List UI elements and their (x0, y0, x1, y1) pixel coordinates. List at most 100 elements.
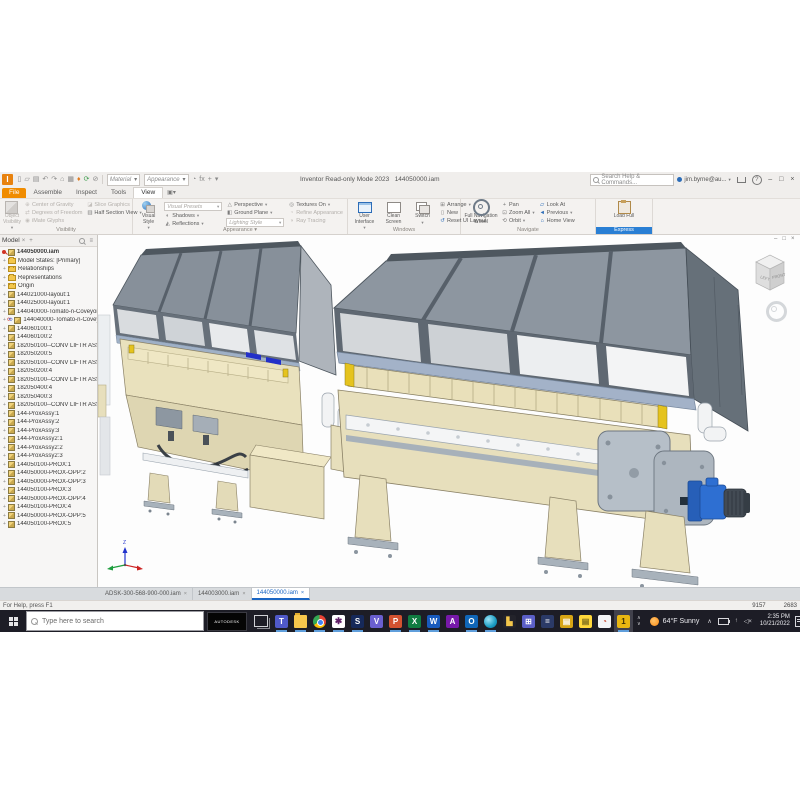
expand-icon[interactable]: + (2, 436, 7, 442)
button-perspective[interactable]: △Perspective▾ (226, 201, 284, 209)
expand-icon[interactable]: + (2, 275, 7, 281)
expand-icon[interactable]: + (2, 351, 7, 357)
tree-item[interactable]: +144050100-PROX:3 (0, 486, 97, 495)
full-navigation-wheel-button[interactable]: Full Navigation Wheel (464, 201, 498, 225)
tree-item[interactable]: +Representations (0, 274, 97, 283)
tree-item[interactable]: +144050000-PROX-OPP:3 (0, 478, 97, 487)
taskbar-app-paint[interactable]: ◔ (595, 610, 614, 632)
undo-icon[interactable]: ↶ (42, 174, 48, 185)
taskbar-app-sticky-notes[interactable]: ▤ (576, 610, 595, 632)
panel-label-appearance[interactable]: Appearance ▾ (133, 227, 347, 234)
taskbar-app-remote-desktop[interactable]: ⊞ (519, 610, 538, 632)
tree-item[interactable]: +Model States: [Primary] (0, 257, 97, 266)
doc-tab[interactable]: 144003000.iam× (193, 588, 252, 600)
expand-icon[interactable]: + (2, 266, 7, 272)
qat-more-icon[interactable]: ▾ (215, 174, 219, 185)
tree-item[interactable]: +182050100--CONV LIFTR ASSY:2 (0, 376, 97, 385)
expand-icon[interactable]: + (2, 504, 7, 510)
taskbar-app-slack[interactable]: ✱ (329, 610, 348, 632)
expand-icon[interactable]: + (2, 368, 7, 374)
adjust-appearance-icon[interactable]: ◔ (192, 174, 196, 185)
tree-item[interactable]: 144050000.iam (0, 248, 97, 257)
expand-icon[interactable]: + (2, 479, 7, 485)
browser-add-tab-icon[interactable]: + (29, 238, 33, 244)
taskbar-app-access[interactable]: A (443, 610, 462, 632)
expand-icon[interactable]: + (2, 487, 7, 493)
steering-wheel-icon[interactable] (766, 301, 787, 322)
expand-icon[interactable]: + (2, 385, 7, 391)
doc-tab-close-icon[interactable]: × (242, 591, 245, 597)
speaker-muted-icon[interactable]: ◁× (744, 618, 752, 625)
update-icon[interactable]: ⟳ (84, 174, 90, 185)
doc-restore-button[interactable]: □ (782, 236, 786, 242)
tree-item[interactable]: +144-ProxAssy:2 (0, 418, 97, 427)
expand-icon[interactable]: + (2, 445, 7, 451)
doc-tab-close-icon[interactable]: × (184, 591, 187, 597)
taskbar-app-outlook[interactable]: O (462, 610, 481, 632)
expand-icon[interactable]: + (2, 453, 7, 459)
action-center-icon[interactable] (795, 616, 800, 627)
tree-item[interactable]: +Relationships (0, 265, 97, 274)
tree-item[interactable]: +144021000-layout:1 (0, 291, 97, 300)
taskbar-search-input[interactable]: Type here to search (26, 611, 204, 631)
tree-item[interactable]: +144-ProxAssy:3 (0, 427, 97, 436)
expand-icon[interactable]: + (2, 470, 7, 476)
button-imate-glyphs[interactable]: ◉iMate Glyphs (24, 217, 82, 225)
expand-icon[interactable]: + (2, 521, 7, 527)
tree-item[interactable]: +144-ProxAssy2:1 (0, 435, 97, 444)
browser-search-icon[interactable] (79, 238, 85, 244)
taskbar-app-calculator[interactable]: = (538, 610, 557, 632)
tree-item[interactable]: +144040000-Tomato-n-Coveyors:1 (0, 308, 97, 317)
doc-close-button[interactable]: × (791, 236, 795, 242)
ribbon-tab-file[interactable]: File (2, 188, 26, 198)
doc-tab[interactable]: 144050000.iam× (252, 588, 311, 600)
autodesk-window-thumbnail[interactable]: AUTODESK (207, 612, 247, 631)
doc-tab-close-icon[interactable]: × (301, 590, 304, 596)
tree-item[interactable]: +182050100--CONV LIFTR ASSY:1 (0, 342, 97, 351)
dropdown-lighting-style[interactable]: Lighting Style▾ (226, 218, 284, 227)
hidden-icons-chevron[interactable]: ∧ (707, 618, 711, 625)
expand-icon[interactable]: + (2, 326, 7, 332)
doc-tab[interactable]: ADSK-300-568-900-000.iam× (100, 588, 193, 600)
3d-viewport[interactable]: – □ × LEFT FRONT (98, 235, 800, 587)
battery-icon[interactable] (718, 618, 729, 625)
taskbar-clock[interactable]: 2:35 PM 10/21/2022 (760, 614, 790, 628)
taskbar-app-edge[interactable] (481, 610, 500, 632)
tree-item[interactable]: +144-ProxAssy2:3 (0, 452, 97, 461)
ribbon-tab-view[interactable]: View (133, 187, 163, 198)
taskbar-app-snagit[interactable]: S (348, 610, 367, 632)
button-refine-appearance[interactable]: ◔Refine Appearance (288, 209, 343, 217)
button-degrees-of-freedom[interactable]: ⇄Degrees of Freedom (24, 209, 82, 217)
tab-model[interactable]: Model (2, 237, 20, 244)
ribbon-tab-assemble[interactable]: Assemble (26, 188, 69, 198)
store-cart-icon[interactable] (737, 177, 746, 183)
taskbar-app-word[interactable]: W (424, 610, 443, 632)
button-ray-tracing[interactable]: ◑Ray Tracing (288, 217, 343, 225)
tree-item[interactable]: +144-ProxAssy:1 (0, 410, 97, 419)
weather-widget[interactable]: 64°F Sunny (650, 617, 700, 626)
tree-item[interactable]: +144050000-PROX-OPP:4 (0, 495, 97, 504)
taskbar-app-file-explorer[interactable] (291, 610, 310, 632)
tree-item[interactable]: +144050100-PROX:4 (0, 503, 97, 512)
expand-icon[interactable]: + (2, 292, 7, 298)
tree-item[interactable]: +182050100--CONV LIFTR ASSY:3 (0, 359, 97, 368)
upload-arrow-icon[interactable]: ↑ (735, 618, 738, 624)
restore-button[interactable]: □ (779, 176, 783, 183)
taskbar-app-project-folder[interactable]: ▙ (500, 610, 519, 632)
expand-icon[interactable]: + (2, 419, 7, 425)
thumbnail-icon[interactable]: ▦ (67, 174, 74, 185)
inventor-app-icon[interactable]: I (2, 174, 13, 185)
tree-item[interactable]: +144050000-PROX-OPP:2 (0, 469, 97, 478)
tree-item[interactable]: +182050200:4 (0, 367, 97, 376)
expand-icon[interactable]: + (2, 334, 7, 340)
expand-icon[interactable]: + (2, 300, 7, 306)
tree-item[interactable]: +144050000-PROX-OPP:5 (0, 512, 97, 521)
tree-item[interactable]: +182050400:4 (0, 384, 97, 393)
tree-item[interactable]: +144060100:2 (0, 333, 97, 342)
button-pan[interactable]: +Pan (501, 201, 535, 209)
expand-icon[interactable]: + (2, 496, 7, 502)
expand-icon[interactable]: + (2, 258, 7, 264)
button-home-view[interactable]: ⌂Home View (539, 217, 575, 225)
taskbar-scroll-chevrons[interactable]: ∧∨ (637, 615, 641, 627)
dropdown-visual-presets[interactable]: Visual Presets▾ (164, 202, 222, 211)
